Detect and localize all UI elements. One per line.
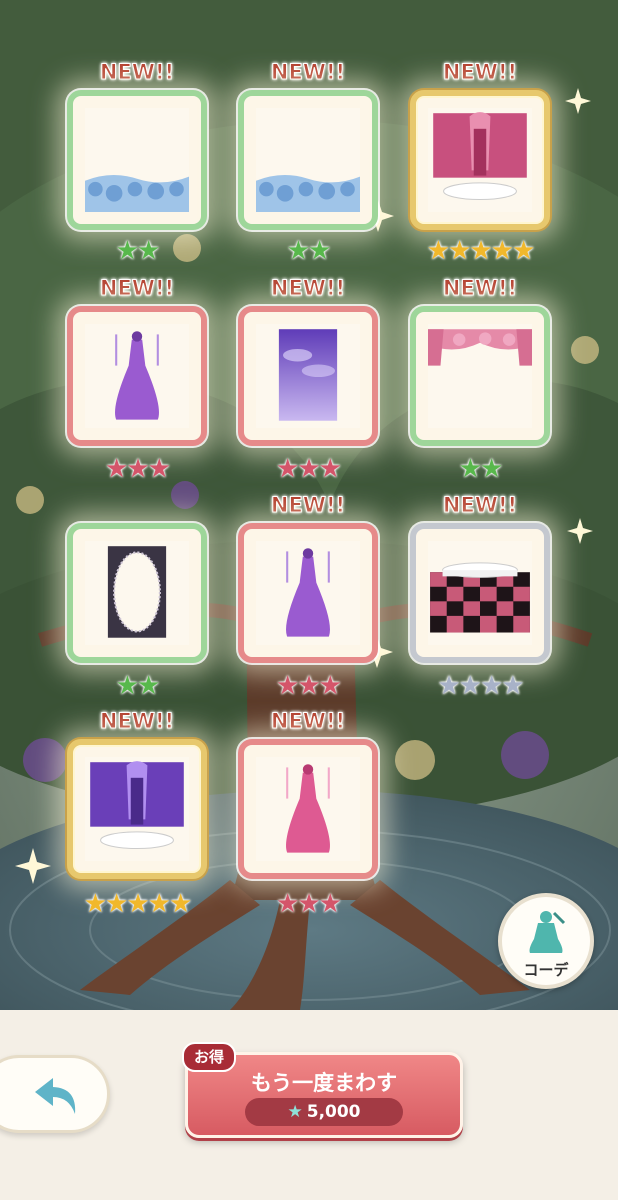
rarity-stars: ★★★★ (437, 671, 524, 701)
star-icon: ★ (287, 1102, 303, 1122)
rarity-stars: ★★ (115, 671, 161, 701)
rarity-stars: ★★★ (276, 671, 342, 701)
blue-rose-frame-thumbnail (256, 108, 360, 212)
gacha-item-card[interactable] (67, 523, 207, 663)
new-badge: NEW!! (270, 60, 346, 85)
gacha-item-card[interactable] (238, 739, 378, 879)
new-badge: NEW!! (442, 276, 518, 301)
new-badge: NEW!! (99, 276, 175, 301)
gacha-item-card[interactable] (238, 523, 378, 663)
gacha-item-card[interactable] (238, 90, 378, 230)
checkered-floor-stage-thumbnail (428, 541, 532, 645)
pink-castle-stage-thumbnail (428, 108, 532, 212)
gacha-item-card[interactable] (67, 739, 207, 879)
purple-castle-stage-thumbnail (85, 757, 189, 861)
rarity-stars: ★★ (115, 236, 161, 266)
rarity-stars: ★★★ (276, 889, 342, 919)
spin-again-label: もう一度まわす (250, 1071, 398, 1095)
coordinate-button[interactable]: コーデ (498, 893, 594, 989)
deal-badge: お得 (182, 1042, 236, 1072)
gacha-item-card[interactable] (410, 306, 550, 446)
rarity-stars: ★★★ (276, 454, 342, 484)
back-arrow-icon (35, 1078, 76, 1114)
pink-candelabra-dress-thumbnail (256, 757, 360, 861)
new-badge: NEW!! (442, 493, 518, 518)
new-badge: NEW!! (270, 493, 346, 518)
pink-rose-curtain-thumbnail (428, 324, 532, 428)
new-badge: NEW!! (442, 60, 518, 85)
new-badge: NEW!! (99, 60, 175, 85)
rarity-stars: ★★★★★ (83, 889, 193, 919)
rarity-stars: ★★★★★ (426, 236, 536, 266)
cost-value: 5,000 (306, 1102, 361, 1122)
dress-icon (529, 911, 566, 953)
purple-candelabra-dress-thumbnail (256, 541, 360, 645)
cost-pill: ★ 5,000 (245, 1098, 403, 1126)
oval-lace-frame-thumbnail (85, 541, 189, 645)
new-badge: NEW!! (270, 276, 346, 301)
back-button[interactable] (0, 1055, 110, 1133)
purple-sky-background-thumbnail (256, 324, 360, 428)
gacha-item-card[interactable] (238, 306, 378, 446)
new-badge: NEW!! (99, 709, 175, 734)
coordinate-label: コーデ (523, 961, 569, 979)
gacha-item-card[interactable] (67, 306, 207, 446)
gacha-item-card[interactable] (410, 523, 550, 663)
blue-rose-frame-thumbnail (85, 108, 189, 212)
rarity-stars: ★★ (286, 236, 332, 266)
purple-candelabra-dress-thumbnail (85, 324, 189, 428)
rarity-stars: ★★ (458, 454, 504, 484)
gacha-item-card[interactable] (410, 90, 550, 230)
gacha-item-card[interactable] (67, 90, 207, 230)
rarity-stars: ★★★ (105, 454, 171, 484)
new-badge: NEW!! (270, 709, 346, 734)
